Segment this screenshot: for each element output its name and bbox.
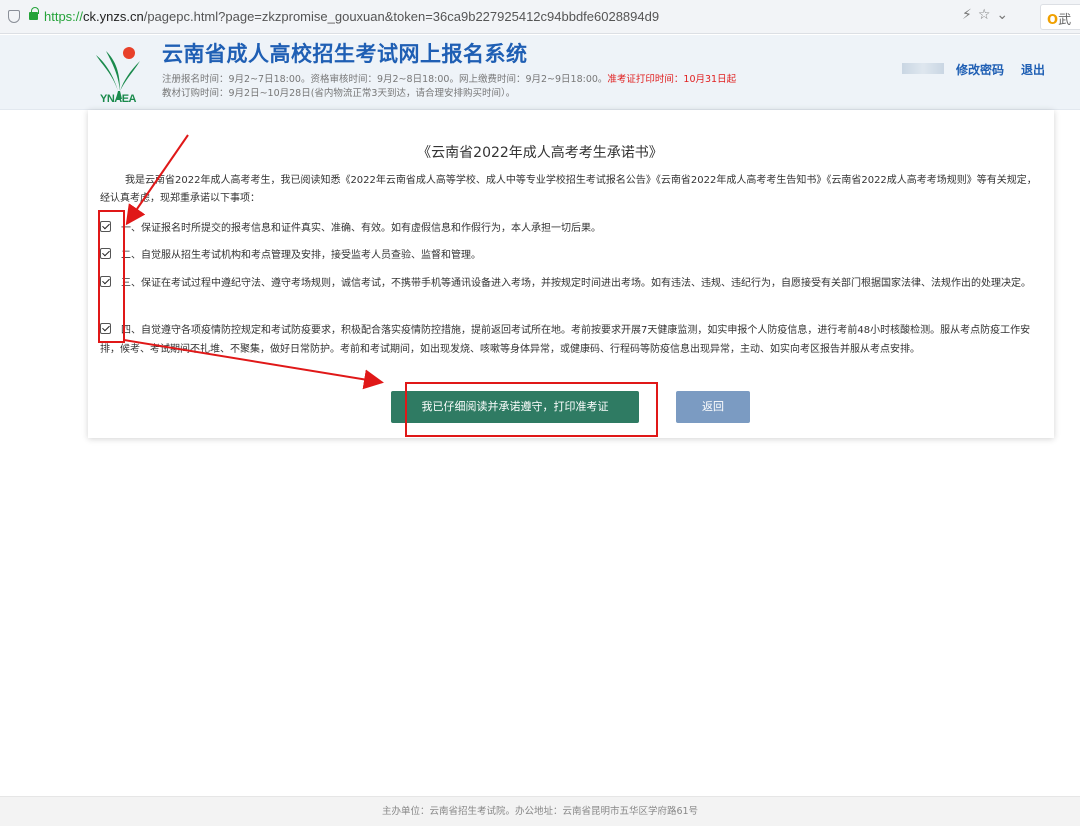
promise-item: 二、自觉服从招生考试机构和考点管理及安排，接受监考人员查验、监督和管理。 — [100, 246, 1040, 265]
star-icon[interactable]: ☆ — [978, 7, 997, 23]
promise-checkbox-3[interactable] — [100, 276, 111, 287]
logout-link[interactable]: 退出 — [1021, 61, 1045, 78]
search-box-text: 武 — [1058, 13, 1072, 28]
notice-highlight: 准考证打印时间：10月31日起 — [607, 74, 737, 85]
user-name-blurred — [902, 63, 944, 74]
page-footer: 主办单位：云南省招生考试院。办公地址：云南省昆明市五华区学府路61号 — [0, 796, 1080, 826]
browser-address-bar: https://ck.ynzs.cn/pagepc.html?page=zkzp… — [0, 0, 1080, 34]
site-header: YNAEA 云南省成人高校招生考试网上报名系统 注册报名时间：9月2~7日18:… — [0, 35, 1080, 110]
promise-checkbox-1[interactable] — [100, 221, 111, 232]
lightning-icon[interactable]: ⚡ — [962, 7, 978, 23]
notice-line-2: 教材订购时间：9月2日~10月28日(省内物流正常3天到达，请合理安排购买时间）… — [162, 88, 516, 99]
footer-text: 主办单位：云南省招生考试院。办公地址：云南省昆明市五华区学府路61号 — [381, 806, 699, 817]
promise-title: 《云南省2022年成人高考考生承诺书》 — [417, 145, 663, 161]
logo-text: YNAEA — [100, 93, 137, 105]
promise-item-text: 一、保证报名时所提交的报考信息和证件真实、准确、有效。如有虚假信息和作假行为，本… — [121, 223, 601, 234]
promise-item-text: 四、自觉遵守各项疫情防控规定和考试防疫要求，积极配合落实疫情防控措施，提前返回考… — [100, 325, 1031, 355]
browser-toolbar-icons: ⚡☆⌄ — [962, 7, 1014, 23]
notice-line-1: 注册报名时间：9月2~7日18:00。资格审核时间：9月2~8日18:00。网上… — [162, 74, 608, 85]
back-button[interactable]: 返回 — [676, 391, 750, 423]
lock-icon — [29, 7, 39, 20]
promise-checkbox-2[interactable] — [100, 248, 111, 259]
promise-item-text: 二、自觉服从招生考试机构和考点管理及安排，接受监考人员查验、监督和管理。 — [121, 250, 481, 261]
chevron-down-icon[interactable]: ⌄ — [996, 7, 1014, 23]
site-title: 云南省成人高校招生考试网上报名系统 — [162, 42, 528, 66]
url-host: ck.ynzs.cn — [83, 9, 144, 24]
confirm-print-button[interactable]: 我已仔细阅读并承诺遵守，打印准考证 — [391, 391, 639, 423]
search-engine-icon: O — [1047, 13, 1059, 28]
promise-item-text: 三、保证在考试过程中遵纪守法、遵守考场规则，诚信考试，不携带手机等通讯设备进入考… — [121, 278, 1031, 289]
schedule-notice: 注册报名时间：9月2~7日18:00。资格审核时间：9月2~8日18:00。网上… — [162, 73, 736, 101]
change-password-link[interactable]: 修改密码 — [956, 61, 1004, 78]
shield-icon[interactable] — [8, 10, 20, 23]
promise-item: 四、自觉遵守各项疫情防控规定和考试防疫要求，积极配合落实疫情防控措施，提前返回考… — [100, 321, 1040, 359]
promise-checkbox-4[interactable] — [100, 323, 111, 334]
url-path: /pagepc.html?page=zkzpromise_gouxuan&tok… — [143, 9, 660, 24]
url-scheme: https:// — [44, 9, 84, 24]
promise-item: 一、保证报名时所提交的报考信息和证件真实、准确、有效。如有虚假信息和作假行为，本… — [100, 219, 1040, 238]
address-field[interactable]: https://ck.ynzs.cn/pagepc.html?page=zkzp… — [44, 8, 659, 26]
browser-search-box[interactable]: O武 — [1040, 4, 1080, 30]
promise-item: 三、保证在考试过程中遵纪守法、遵守考场规则，诚信考试，不携带手机等通讯设备进入考… — [100, 274, 1040, 293]
promise-intro: 我是云南省2022年成人高考考生，我已阅读知悉《2022年云南省成人高等学校、成… — [100, 175, 1037, 204]
